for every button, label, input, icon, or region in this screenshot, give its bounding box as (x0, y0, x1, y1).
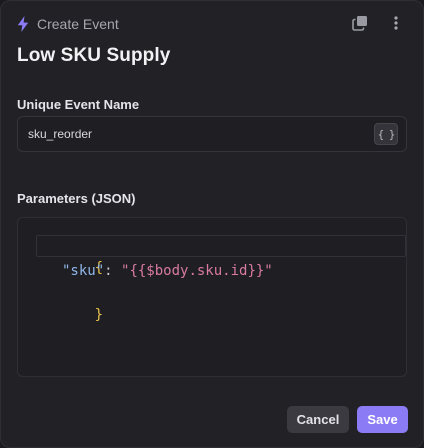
panel-header: Create Event (17, 14, 119, 34)
json-colon: : (104, 263, 122, 279)
header-title: Create Event (37, 16, 119, 32)
code-line-2: "sku": "{{$body.sku.id}}" (62, 260, 273, 282)
code-line-3: } (44, 282, 103, 323)
copy-icon[interactable] (351, 14, 369, 32)
json-value: "{{$body.sku.id}}" (121, 263, 273, 279)
json-code-editor[interactable]: { "sku": "{{$body.sku.id}}" } (17, 217, 407, 377)
event-name-label: Unique Event Name (17, 97, 140, 112)
save-button[interactable]: Save (357, 406, 408, 433)
json-key: "sku" (62, 263, 105, 279)
code-line-1: { (44, 235, 103, 276)
page-title: Low SKU Supply (17, 45, 171, 66)
create-event-panel: Create Event Low SKU Supply Unique Event… (0, 0, 424, 448)
more-vertical-icon[interactable] (387, 14, 405, 32)
bolt-icon (17, 16, 29, 32)
insert-variable-button[interactable]: { } (374, 123, 398, 145)
header-actions (351, 14, 405, 32)
parameters-label: Parameters (JSON) (17, 191, 136, 206)
close-brace: } (94, 307, 104, 323)
event-name-field: { } (17, 116, 407, 152)
event-name-input[interactable] (28, 127, 374, 141)
cancel-button[interactable]: Cancel (287, 406, 349, 433)
